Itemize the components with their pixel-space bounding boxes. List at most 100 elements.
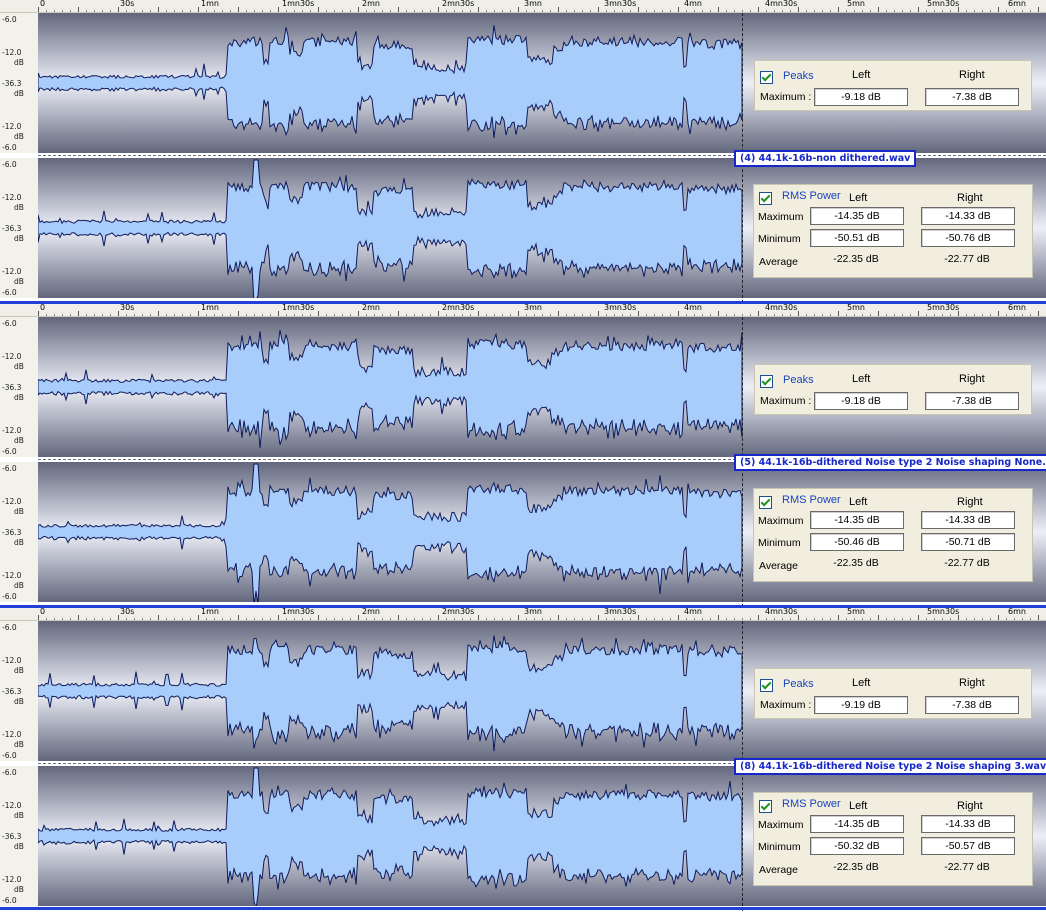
ruler-label: 2mn30s xyxy=(442,608,475,616)
ruler-tick xyxy=(518,615,519,620)
db-scale-label: -12.0 xyxy=(2,875,22,884)
ruler-label: 3mn xyxy=(524,608,542,616)
ruler-tick xyxy=(510,10,511,12)
ruler-label: 0 xyxy=(40,608,46,616)
ruler-tick xyxy=(430,618,431,620)
ruler-tick xyxy=(934,314,935,316)
ruler-tick xyxy=(702,618,703,620)
ruler-tick xyxy=(574,618,575,620)
peaks-maximum-label: Maximum : xyxy=(760,91,812,103)
ruler-tick xyxy=(414,314,415,316)
ruler-tick xyxy=(590,618,591,620)
ruler-tick xyxy=(318,7,319,12)
time-ruler[interactable]: 0 30s 1mn 1mn30s 2mn 2mn30s 3mn 3mn30s 4mn 4mn30s… xyxy=(0,0,1046,13)
ruler-tick xyxy=(766,10,767,12)
ruler-tick xyxy=(886,618,887,620)
ruler-tick xyxy=(238,7,239,12)
ruler-tick xyxy=(766,314,767,316)
db-scale-label: dB xyxy=(14,538,24,547)
ruler-tick xyxy=(846,314,847,316)
ruler-tick xyxy=(294,10,295,12)
ruler-tick xyxy=(358,311,359,316)
ruler-tick xyxy=(142,618,143,620)
ruler-tick xyxy=(758,7,759,12)
ruler-tick xyxy=(206,10,207,12)
ruler-tick xyxy=(542,618,543,620)
time-ruler[interactable]: 0 30s 1mn 1mn30s 2mn 2mn30s 3mn 3mn30s 4mn 4mn30s… xyxy=(0,608,1046,621)
ruler-tick xyxy=(398,615,399,620)
ruler-tick xyxy=(550,314,551,316)
ruler-tick xyxy=(926,618,927,620)
ruler-tick xyxy=(190,10,191,12)
ruler-tick xyxy=(878,7,879,12)
db-scale-label: dB xyxy=(14,436,24,445)
db-scale-label: dB xyxy=(14,697,24,706)
ruler-tick xyxy=(246,618,247,620)
ruler-tick xyxy=(510,314,511,316)
ruler-tick xyxy=(598,311,599,316)
rms-checkbox[interactable] xyxy=(759,800,772,813)
ruler-tick xyxy=(822,314,823,316)
ruler-label: 4mn xyxy=(684,0,702,8)
ruler-tick xyxy=(854,618,855,620)
ruler-tick xyxy=(654,10,655,12)
ruler-tick xyxy=(798,7,799,12)
ruler-tick xyxy=(54,10,55,12)
peaks-checkbox[interactable] xyxy=(760,375,773,388)
ruler-label: 1mn30s xyxy=(282,0,315,8)
ruler-tick xyxy=(894,314,895,316)
rms-title: RMS Power xyxy=(782,190,841,202)
rms-avg-right-value: -22.77 dB xyxy=(944,557,990,569)
db-scale-label: -6.0 xyxy=(2,288,17,297)
ruler-tick xyxy=(862,10,863,12)
ruler-tick xyxy=(734,314,735,316)
ruler-tick xyxy=(126,10,127,12)
ruler-tick xyxy=(470,10,471,12)
db-scale-label: dB xyxy=(14,58,24,67)
time-ruler[interactable]: 0 30s 1mn 1mn30s 2mn 2mn30s 3mn 3mn30s 4mn 4mn30s… xyxy=(0,304,1046,317)
ruler-tick xyxy=(390,314,391,316)
ruler-tick xyxy=(582,10,583,12)
peaks-checkbox[interactable] xyxy=(760,679,773,692)
ruler-tick xyxy=(230,314,231,316)
ruler-label: 1mn30s xyxy=(282,608,315,616)
ruler-tick xyxy=(174,314,175,316)
ruler-tick xyxy=(366,10,367,12)
rms-checkbox[interactable] xyxy=(759,192,772,205)
ruler-tick xyxy=(702,10,703,12)
ruler-tick xyxy=(782,314,783,316)
rms-max-right-value: -14.33 dB xyxy=(921,511,1015,529)
ruler-tick xyxy=(614,314,615,316)
ruler-tick xyxy=(166,10,167,12)
ruler-tick xyxy=(974,618,975,620)
ruler-tick xyxy=(798,311,799,316)
ruler-tick xyxy=(38,311,39,316)
ruler-tick xyxy=(102,10,103,12)
ruler-tick xyxy=(278,7,279,12)
ruler-tick xyxy=(710,314,711,316)
ruler-tick xyxy=(430,314,431,316)
ruler-label: 2mn xyxy=(362,304,380,312)
ruler-tick xyxy=(862,618,863,620)
ruler-tick xyxy=(822,10,823,12)
ruler-tick xyxy=(694,314,695,316)
ruler-tick xyxy=(926,10,927,12)
ruler-tick xyxy=(606,10,607,12)
track-filename: (8) 44.1k-16b-dithered Noise type 2 Nois… xyxy=(734,758,1046,775)
ruler-tick xyxy=(254,10,255,12)
ruler-tick xyxy=(566,618,567,620)
rms-max-right-value: -14.33 dB xyxy=(921,207,1015,225)
db-scale-label: -6.0 xyxy=(2,15,17,24)
db-scale-label: dB xyxy=(14,362,24,371)
ruler-tick xyxy=(510,618,511,620)
ruler-tick xyxy=(638,615,639,620)
peaks-checkbox[interactable] xyxy=(760,71,773,84)
rms-minimum-label: Minimum xyxy=(758,537,801,549)
rms-checkbox[interactable] xyxy=(759,496,772,509)
db-scale-label: dB xyxy=(14,132,24,141)
ruler-tick xyxy=(886,10,887,12)
ruler-tick xyxy=(158,311,159,316)
ruler-label: 0 xyxy=(40,0,46,8)
peaks-max-left-value: -9.18 dB xyxy=(814,392,908,410)
ruler-tick xyxy=(190,618,191,620)
